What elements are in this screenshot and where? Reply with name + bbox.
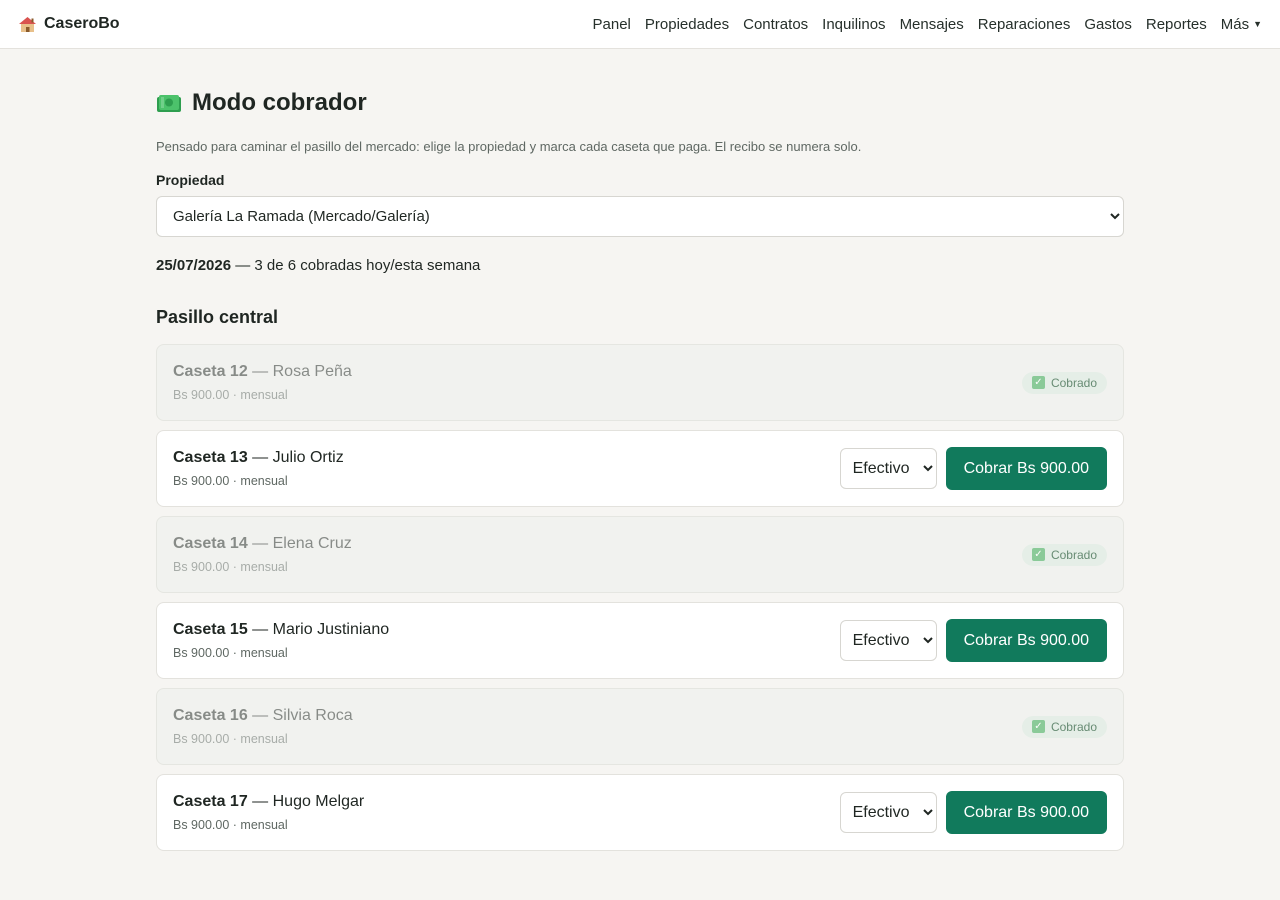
stall-card-14: Caseta 14 — Elena Cruz Bs 900.00 · mensu… xyxy=(156,516,1124,593)
stall-tenant: — Silvia Roca xyxy=(247,707,353,724)
paid-badge: ✓ Cobrado xyxy=(1021,715,1107,738)
stall-name: Caseta 16 — Silvia Roca xyxy=(173,707,353,725)
check-icon: ✓ xyxy=(1031,548,1045,561)
stall-card-15: Caseta 15 — Mario Justiniano Bs 900.00 ·… xyxy=(156,602,1124,679)
stall-tenant: — Hugo Melgar xyxy=(247,793,365,810)
stall-rent: Bs 900.00 · mensual xyxy=(173,474,288,488)
paid-badge-label: Cobrado xyxy=(1050,547,1097,562)
property-select[interactable]: Galería La Ramada (Mercado/Galería) xyxy=(156,196,1124,237)
stall-unit: Caseta 15 xyxy=(173,621,248,638)
payment-method-select[interactable]: Efectivo xyxy=(839,448,937,489)
stall-info: Caseta 14 — Elena Cruz Bs 900.00 · mensu… xyxy=(173,535,352,574)
stall-rent: Bs 900.00 · mensual xyxy=(173,732,288,746)
stall-actions: Efectivo Cobrar Bs 900.00 xyxy=(839,791,1107,834)
paid-badge: ✓ Cobrado xyxy=(1021,543,1107,566)
stall-actions: Efectivo Cobrar Bs 900.00 xyxy=(839,447,1107,490)
nav-contratos[interactable]: Contratos xyxy=(743,16,808,33)
stall-card-13: Caseta 13 — Julio Ortiz Bs 900.00 · mens… xyxy=(156,430,1124,507)
stall-name: Caseta 12 — Rosa Peña xyxy=(173,363,352,381)
stall-tenant: — Mario Justiniano xyxy=(247,621,390,638)
property-label: Propiedad xyxy=(156,172,225,188)
stall-list: Caseta 12 — Rosa Peña Bs 900.00 · mensua… xyxy=(156,344,1124,851)
page-title-text: Modo cobrador xyxy=(192,89,367,116)
stall-rent: Bs 900.00 · mensual xyxy=(173,560,288,574)
section-title: Pasillo central xyxy=(156,307,279,327)
stall-tenant: — Rosa Peña xyxy=(247,363,352,380)
stall-name: Caseta 15 — Mario Justiniano xyxy=(173,621,389,639)
brand[interactable]: CaseroBo xyxy=(18,15,120,33)
stall-tenant: — Julio Ortiz xyxy=(247,449,344,466)
page-title: Modo cobrador xyxy=(156,89,1124,117)
stall-name: Caseta 14 — Elena Cruz xyxy=(173,535,352,553)
stall-card-16: Caseta 16 — Silvia Roca Bs 900.00 · mens… xyxy=(156,688,1124,765)
page-subtitle: Pensado para caminar el pasillo del merc… xyxy=(156,139,862,154)
stall-rent: Bs 900.00 · mensual xyxy=(173,818,288,832)
top-navbar: CaseroBo Panel Propiedades Contratos Inq… xyxy=(0,0,1280,49)
stall-unit: Caseta 13 xyxy=(173,449,248,466)
summary-text: — 3 de 6 cobradas hoy/esta semana xyxy=(231,257,481,274)
stall-info: Caseta 17 — Hugo Melgar Bs 900.00 · mens… xyxy=(173,793,364,832)
stall-info: Caseta 12 — Rosa Peña Bs 900.00 · mensua… xyxy=(173,363,352,402)
stall-actions: Efectivo Cobrar Bs 900.00 xyxy=(839,619,1107,662)
main-content: Modo cobrador Pensado para caminar el pa… xyxy=(156,49,1124,851)
stall-name: Caseta 17 — Hugo Melgar xyxy=(173,793,364,811)
nav-reparaciones[interactable]: Reparaciones xyxy=(978,16,1071,33)
nav-mensajes[interactable]: Mensajes xyxy=(900,16,964,33)
nav-inquilinos[interactable]: Inquilinos xyxy=(822,16,885,33)
payment-method-select[interactable]: Efectivo xyxy=(839,620,937,661)
stall-tenant: — Elena Cruz xyxy=(247,535,352,552)
stall-unit: Caseta 14 xyxy=(173,535,248,552)
collect-button[interactable]: Cobrar Bs 900.00 xyxy=(945,791,1107,834)
nav-mas-dropdown[interactable]: Más ▼ xyxy=(1221,16,1262,33)
paid-badge-label: Cobrado xyxy=(1050,375,1097,390)
check-icon: ✓ xyxy=(1031,720,1045,733)
nav-panel[interactable]: Panel xyxy=(593,16,631,33)
collection-summary: 25/07/2026 — 3 de 6 cobradas hoy/esta se… xyxy=(156,257,1124,274)
nav-propiedades[interactable]: Propiedades xyxy=(645,16,729,33)
stall-unit: Caseta 12 xyxy=(173,363,248,380)
paid-badge: ✓ Cobrado xyxy=(1021,371,1107,394)
payment-method-select[interactable]: Efectivo xyxy=(839,792,937,833)
main-nav: Panel Propiedades Contratos Inquilinos M… xyxy=(593,16,1262,33)
stall-info: Caseta 13 — Julio Ortiz Bs 900.00 · mens… xyxy=(173,449,344,488)
stall-rent: Bs 900.00 · mensual xyxy=(173,646,288,660)
stall-card-17: Caseta 17 — Hugo Melgar Bs 900.00 · mens… xyxy=(156,774,1124,851)
stall-unit: Caseta 17 xyxy=(173,793,248,810)
paid-badge-label: Cobrado xyxy=(1050,719,1097,734)
nav-reportes[interactable]: Reportes xyxy=(1146,16,1207,33)
check-icon: ✓ xyxy=(1031,376,1045,389)
collect-button[interactable]: Cobrar Bs 900.00 xyxy=(945,619,1107,662)
collect-button[interactable]: Cobrar Bs 900.00 xyxy=(945,447,1107,490)
stall-card-12: Caseta 12 — Rosa Peña Bs 900.00 · mensua… xyxy=(156,344,1124,421)
nav-mas-label: Más xyxy=(1220,15,1250,33)
stall-rent: Bs 900.00 · mensual xyxy=(173,388,288,402)
brand-name: CaseroBo xyxy=(44,15,120,32)
stall-unit: Caseta 16 xyxy=(173,707,248,724)
summary-date: 25/07/2026 xyxy=(156,257,232,274)
caret-down-icon: ▼ xyxy=(1253,18,1262,29)
stall-info: Caseta 16 — Silvia Roca Bs 900.00 · mens… xyxy=(173,707,353,746)
nav-gastos[interactable]: Gastos xyxy=(1084,16,1132,33)
stall-name: Caseta 13 — Julio Ortiz xyxy=(173,449,344,467)
stall-info: Caseta 15 — Mario Justiniano Bs 900.00 ·… xyxy=(173,621,389,660)
house-icon xyxy=(19,16,36,32)
money-icon xyxy=(157,94,181,112)
